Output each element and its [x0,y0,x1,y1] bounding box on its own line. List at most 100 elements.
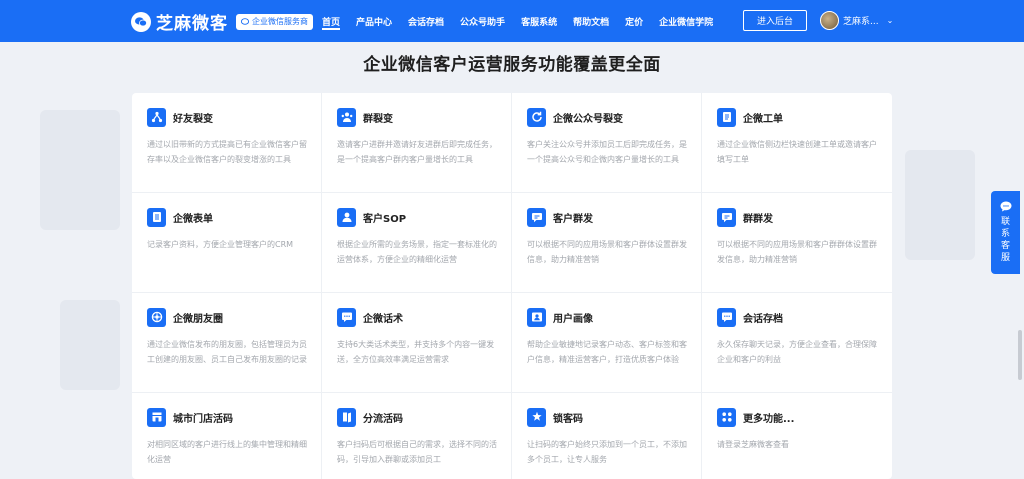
feature-description: 通过企业微信发布的朋友圈，包括管理员为员工创建的朋友圈、员工自己发布朋友圈的记录 [147,340,307,364]
more-icon [717,407,736,427]
user-profile-icon [527,307,546,327]
feature-card[interactable]: 客户群发可以根据不同的应用场景和客户群体设置群发信息，助力精准营销 [512,193,702,293]
chat-icon [717,207,736,227]
feature-description: 永久保存聊天记录，方便企业查看，合理保障企业和客户的利益 [717,340,877,364]
feature-card[interactable]: 会话存档永久保存聊天记录，方便企业查看，合理保障企业和客户的利益 [702,293,892,393]
chat-bubble-icon [1000,201,1011,212]
background-decoration [905,150,975,260]
feature-title: 企微工单 [743,113,783,125]
background-decoration [60,300,120,390]
feature-description: 对相同区域的客户进行线上的集中管理和精细化运营 [147,440,307,464]
feature-description: 记录客户资料，方便企业管理客户的CRM [147,240,294,249]
avatar [820,11,839,30]
feature-title: 好友裂变 [173,113,213,125]
feature-title: 用户画像 [553,313,593,325]
feature-card-header: 好友裂变 [147,107,309,127]
feature-title: 分流活码 [363,413,403,425]
feature-title: 会话存档 [743,313,783,325]
contact-service-label: 联系客服 [1000,217,1010,263]
feature-card-header: 企微朋友圈 [147,307,309,327]
feature-card-header: 企微表单 [147,207,309,227]
feature-card[interactable]: 更多功能... 请登录芝麻微客查看 [702,393,892,479]
wechat-work-icon [241,17,250,25]
background-decoration [40,110,120,230]
brand-name: 芝麻微客 [156,14,228,34]
scrollbar-thumb[interactable] [1018,330,1022,380]
feature-card-header: 企微工单 [717,107,880,127]
feature-card[interactable]: 群裂变 邀请客户进群并邀请好友进群后即完成任务，是一个提高客户群内客户量增长的工具 [322,93,512,193]
feature-card-header: 锁客码 [527,407,689,427]
feature-card[interactable]: 企微公众号裂变客户关注公众号并添加员工后即完成任务，是一个提高公众号和企微内客户… [512,93,702,193]
feature-card[interactable]: 锁客码让扫码的客户始终只添加到一个员工，不添加多个员工，让专人服务 [512,393,702,479]
nav-item-help-docs[interactable]: 帮助文档 [573,0,609,42]
feature-description: 根据企业所需的业务场景，指定一套标准化的运营体系，方便企业的精细化运营 [337,240,497,264]
store-icon [147,407,166,427]
feature-card-header: 群裂变 [337,107,499,127]
feature-card[interactable]: 群群发可以根据不同的应用场景和客户群群体设置群发信息，助力精准营销 [702,193,892,293]
feature-title: 锁客码 [553,413,583,425]
feature-description: 通过企业微信侧边栏快速创建工单或邀请客户填写工单 [717,140,877,164]
feature-description: 可以根据不同的应用场景和客户群体设置群发信息，助力精准营销 [527,240,687,264]
feature-description: 请登录芝麻微客查看 [717,440,789,449]
feature-description: 帮助企业敏捷地记录客户动态、客户标签和客户信息，精准运营客户，打造优质客户体验 [527,340,687,364]
brand-logo-icon [131,11,151,32]
group-icon [337,107,356,127]
nav-item-products[interactable]: 产品中心 [356,0,392,42]
section-title: 企业微信客户运营服务功能覆盖更全面 [363,55,661,75]
nav-item-academy[interactable]: 企业微信学院 [659,0,713,42]
feature-card-header: 企微话术 [337,307,499,327]
user-name: 芝麻系... [843,17,879,27]
user-icon [337,207,356,227]
document-icon [717,107,736,127]
feature-title: 企微朋友圈 [173,313,223,325]
chat-icon [527,207,546,227]
feature-card-header: 企微公众号裂变 [527,107,689,127]
feature-card-header: 用户画像 [527,307,689,327]
feature-title: 群裂变 [363,113,393,125]
enter-admin-button[interactable]: 进入后台 [743,10,807,31]
feature-card[interactable]: 客户SOP 根据企业所需的业务场景，指定一套标准化的运营体系，方便企业的精细化运营 [322,193,512,293]
feature-card[interactable]: 企微话术支持6大类话术类型，并支持多个内容一键发送，全方位高效率满足运营需求 [322,293,512,393]
feature-grid: 好友裂变通过以旧带新的方式提高已有企业微信客户留存率以及企业微信客户的裂变增涨的… [132,93,892,479]
feature-card[interactable]: 企微工单通过企业微信侧边栏快速创建工单或邀请客户填写工单 [702,93,892,193]
feature-title: 客户SOP [363,213,407,225]
lock-icon [527,407,546,427]
feature-card-header: 城市门店活码 [147,407,309,427]
feature-card-header: 会话存档 [717,307,880,327]
feature-card[interactable]: 分流活码客户扫码后可根据自己的需求，选择不同的活码，引导加入群聊或添加员工 [322,393,512,479]
feature-card-header: 群群发 [717,207,880,227]
split-icon [337,407,356,427]
feature-card[interactable]: 企微朋友圈通过企业微信发布的朋友圈，包括管理员为员工创建的朋友圈、员工自己发布朋… [132,293,322,393]
feature-description: 通过以旧带新的方式提高已有企业微信客户留存率以及企业微信客户的裂变增涨的工具 [147,140,307,164]
feature-card-header: 分流活码 [337,407,499,427]
feature-title: 企微话术 [363,313,403,325]
nav-item-official-account[interactable]: 公众号助手 [460,0,505,42]
feature-description: 客户关注公众号并添加员工后即完成任务，是一个提高公众号和企微内客户量增长的工具 [527,140,687,164]
feature-description: 支持6大类话术类型，并支持多个内容一键发送，全方位高效率满足运营需求 [337,340,495,364]
feature-card-header: 更多功能... [717,407,880,427]
brand-badge-label: 企业微信服务商 [252,17,308,26]
form-icon [147,207,166,227]
feature-card[interactable]: 城市门店活码对相同区域的客户进行线上的集中管理和精细化运营 [132,393,322,479]
feature-title: 企微表单 [173,213,213,225]
feature-card[interactable]: 企微表单记录客户资料，方便企业管理客户的CRM [132,193,322,293]
nav-item-customer-service[interactable]: 客服系统 [521,0,557,42]
share-tree-icon [147,107,166,127]
feature-description: 让扫码的客户始终只添加到一个员工，不添加多个员工，让专人服务 [527,440,687,464]
user-menu[interactable]: 芝麻系... ⌄ [820,11,893,30]
refresh-icon [527,107,546,127]
message-icon [717,307,736,327]
nav-item-chat-archive[interactable]: 会话存档 [408,0,444,42]
feature-card-header: 客户SOP [337,207,499,227]
feature-card[interactable]: 好友裂变通过以旧带新的方式提高已有企业微信客户留存率以及企业微信客户的裂变增涨的… [132,93,322,193]
feature-card[interactable]: 用户画像帮助企业敏捷地记录客户动态、客户标签和客户信息，精准运营客户，打造优质客… [512,293,702,393]
nav-item-home[interactable]: 首页 [322,0,341,42]
feature-title: 群群发 [743,213,773,225]
nav-item-pricing[interactable]: 定价 [625,0,643,42]
feature-description: 可以根据不同的应用场景和客户群群体设置群发信息，助力精准营销 [717,240,877,264]
feature-title: 客户群发 [553,213,593,225]
contact-service-button[interactable]: 联系客服 [991,191,1020,274]
main-nav: 首页 产品中心 会话存档 公众号助手 客服系统 帮助文档 定价 企业微信学院 [322,0,729,42]
feature-description: 客户扫码后可根据自己的需求，选择不同的活码，引导加入群聊或添加员工 [337,440,497,464]
brand-logo[interactable]: 芝麻微客 企业微信服务商 [131,9,313,34]
